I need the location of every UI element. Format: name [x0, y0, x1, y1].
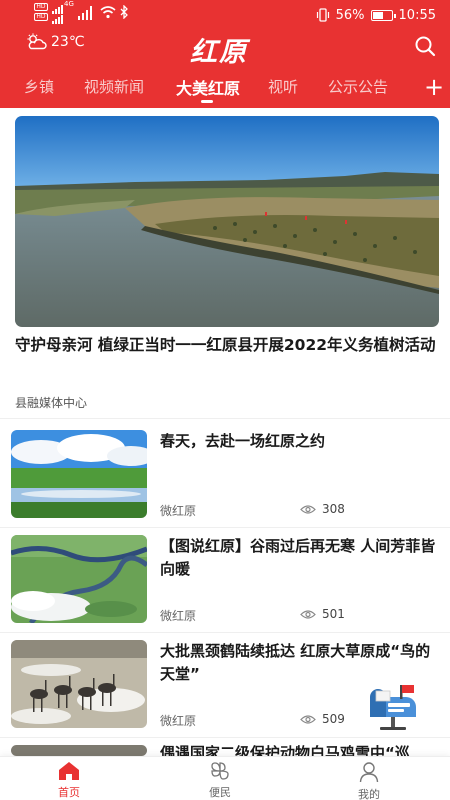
wifi-icon [100, 6, 116, 19]
divider [0, 527, 450, 528]
signal-bars-icon [78, 6, 92, 20]
view-count-value: 501 [322, 607, 345, 621]
signal-strength-2-icon [52, 15, 63, 24]
article-thumbnail [11, 640, 147, 728]
channel-tabs: 乡镇 视频新闻 大美红原 视听 公示公告 + [0, 72, 450, 106]
active-tab-indicator [201, 100, 213, 103]
home-icon [59, 762, 79, 780]
clock: 10:55 [398, 7, 436, 23]
nav-profile-label: 我的 [358, 788, 380, 800]
battery-icon [370, 9, 396, 21]
eye-icon [300, 609, 316, 619]
divider [0, 632, 450, 633]
nav-profile[interactable]: 我的 [334, 761, 404, 800]
article-source: 微红原 [160, 609, 197, 623]
tab-beautiful-hongyuan[interactable]: 大美红原 [176, 75, 240, 99]
network-type: 4G [64, 0, 74, 8]
eye-icon [300, 714, 316, 724]
article-thumbnail [11, 745, 147, 756]
signal-strength-icon [52, 5, 63, 14]
article-title: 偶遇国家二级保护动物白马鸡雪中“巡 [160, 745, 410, 756]
river-aerial-image [11, 535, 147, 623]
divider [0, 418, 450, 419]
article-thumbnail [11, 430, 147, 518]
hero-title[interactable]: 守护母亲河 植绿正当时一一红原县开展2022年义务植树活动 [15, 335, 439, 356]
battery-percent: 56% [335, 7, 365, 23]
search-icon[interactable] [414, 35, 436, 57]
vibrate-icon [316, 8, 329, 22]
list-item[interactable]: 【图说红原】谷雨过后再无寒 人间芳菲皆向暖 微红原 501 [0, 535, 450, 635]
view-count: 308 [300, 502, 345, 516]
nav-home-label: 首页 [58, 786, 80, 799]
list-item[interactable]: 偶遇国家二级保护动物白马鸡雪中“巡 [0, 745, 450, 756]
article-thumbnail [11, 535, 147, 623]
weather-widget[interactable]: 23℃ [25, 33, 85, 51]
tab-towns[interactable]: 乡镇 [24, 76, 54, 97]
article-source: 微红原 [160, 504, 197, 518]
article-title: 【图说红原】谷雨过后再无寒 人间芳菲皆向暖 [160, 537, 436, 578]
nav-services[interactable]: 便民 [185, 761, 255, 800]
view-count: 509 [300, 712, 345, 726]
article-title: 大批黑颈鹤陆续抵达 红原大草原成“鸟的天堂” [160, 642, 431, 683]
river-landscape-image [15, 116, 439, 327]
profile-icon [359, 762, 379, 783]
divider [0, 737, 450, 738]
services-icon [211, 762, 229, 780]
view-count: 501 [300, 607, 345, 621]
status-bar: HD HD 4G 56% 10:55 [0, 0, 450, 30]
view-count-value: 308 [322, 502, 345, 516]
sim1-badge: HD [34, 3, 48, 11]
temperature: 23℃ [51, 34, 85, 50]
list-item[interactable]: 春天，去赴一场红原之约 微红原 308 [0, 430, 450, 530]
tab-video-news[interactable]: 视频新闻 [84, 76, 144, 97]
signal-indicators: HD HD 4G [34, 0, 134, 24]
eye-icon [300, 504, 316, 514]
add-channel-button[interactable]: + [424, 75, 444, 99]
app-header: HD HD 4G 56% 10:55 23℃ 红原 乡镇 视频新闻 大美红原 视… [0, 0, 450, 108]
tab-public-notices[interactable]: 公示公告 [328, 76, 388, 97]
sim2-badge: HD [34, 13, 48, 21]
article-source: 微红原 [160, 714, 197, 728]
hero-source: 县融媒体中心 [15, 396, 88, 410]
grassland-lake-image [11, 430, 147, 518]
view-count-value: 509 [322, 712, 345, 726]
tab-audiovisual[interactable]: 视听 [268, 76, 298, 97]
cranes-image [11, 640, 147, 728]
nav-services-label: 便民 [209, 786, 231, 799]
status-right: 56% 10:55 [316, 6, 436, 24]
app-logo: 红原 [190, 37, 248, 68]
bottom-nav: 首页 便民 我的 [0, 756, 450, 800]
partly-cloudy-icon [27, 33, 47, 50]
article-title: 春天，去赴一场红原之约 [160, 432, 326, 450]
mailbox-icon[interactable] [366, 683, 420, 731]
nav-home[interactable]: 首页 [34, 761, 104, 800]
bluetooth-icon [120, 5, 128, 19]
hero-image[interactable] [15, 116, 439, 327]
top-bar: 23℃ 红原 [0, 30, 450, 68]
